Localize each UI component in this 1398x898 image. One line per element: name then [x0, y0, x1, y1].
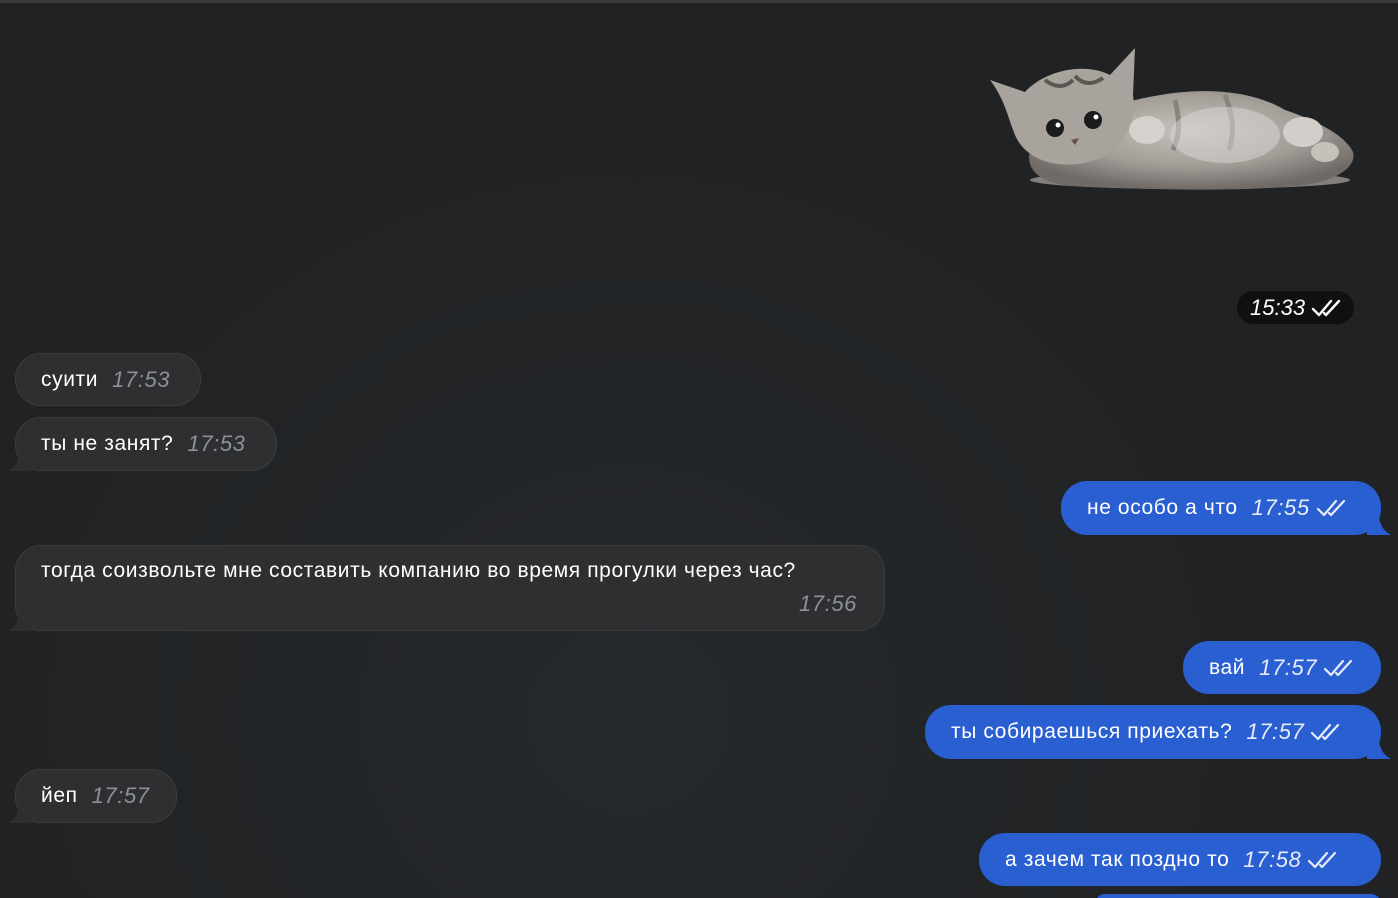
read-checkmarks-icon: [1316, 499, 1345, 517]
message-time: 17:57: [91, 783, 150, 808]
message-text: ты не занят?: [41, 432, 174, 455]
bubble-tail: [1367, 737, 1391, 759]
message-time: 17:56: [798, 591, 857, 616]
incoming-message[interactable]: ты не занят? 17:53: [9, 417, 277, 471]
message-text: суити: [41, 367, 99, 391]
outgoing-message[interactable]: вай 17:57: [1183, 641, 1381, 694]
message-text: вай: [1209, 655, 1246, 679]
message-text: а зачем так поздно то: [1005, 847, 1230, 871]
chat-view: 15:33 суити 17:53 ты не занят? 17:53 не …: [0, 0, 1398, 898]
message-time: 17:53: [112, 366, 171, 392]
incoming-message[interactable]: тогда соизвольте мне составить компанию …: [9, 545, 885, 631]
message-time: 17:53: [187, 431, 246, 456]
bubble-tail: [9, 801, 31, 823]
message-text: не особо а что: [1087, 496, 1238, 519]
read-checkmarks-icon: [1324, 659, 1353, 676]
message-time: 17:57: [1246, 719, 1305, 744]
bubble-tail: [9, 609, 31, 631]
message-text: тогда соизвольте мне составить компанию …: [41, 559, 796, 582]
message-time: 17:55: [1251, 495, 1310, 520]
sticker-time: 15:33: [1250, 294, 1306, 320]
top-divider: [0, 0, 1398, 3]
read-checkmarks-icon: [1311, 723, 1340, 741]
outgoing-message[interactable]: ты собираешься приехать? 17:57: [925, 705, 1391, 759]
kitten-sticker[interactable]: [985, 40, 1370, 195]
read-checkmarks-icon: [1311, 299, 1341, 316]
message-time: 17:57: [1259, 654, 1318, 680]
sticker-time-pill: 15:33: [1237, 291, 1354, 324]
message-time: 17:58: [1243, 846, 1302, 872]
read-checkmarks-icon: [1308, 851, 1337, 868]
next-outgoing-message-partial: [1095, 894, 1381, 898]
outgoing-message[interactable]: не особо а что 17:55: [1061, 481, 1391, 535]
message-text: йеп: [41, 784, 78, 807]
bubble-tail: [9, 449, 31, 471]
message-text: ты собираешься приехать?: [951, 720, 1233, 743]
bubble-tail: [1367, 513, 1391, 535]
incoming-message[interactable]: йеп 17:57: [9, 769, 177, 823]
incoming-message[interactable]: суити 17:53: [15, 353, 201, 406]
outgoing-message[interactable]: а зачем так поздно то 17:58: [979, 833, 1381, 886]
